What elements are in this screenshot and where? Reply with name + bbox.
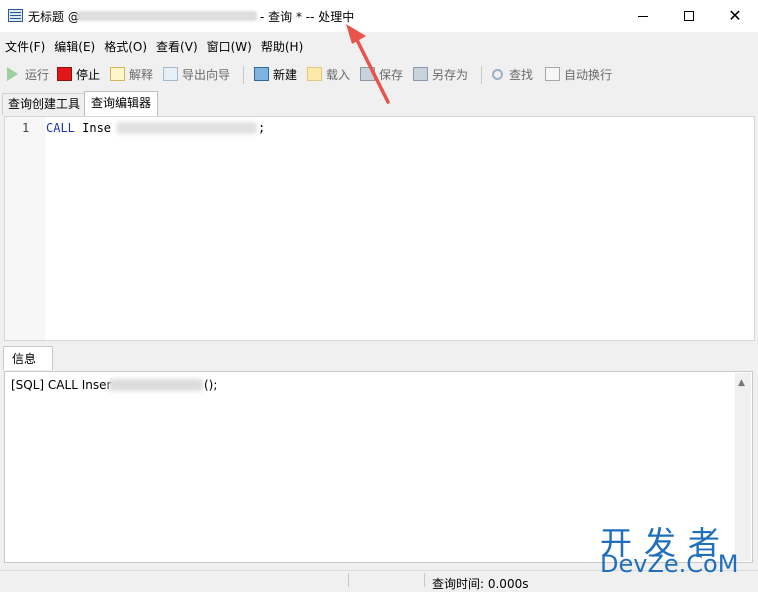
- line-number-gutter: 1: [5, 117, 45, 340]
- explain-label: 解释: [129, 67, 154, 82]
- line-number: 1: [22, 121, 30, 135]
- run-label: 运行: [25, 67, 50, 82]
- word-wrap-button[interactable]: 自动换行: [545, 65, 612, 83]
- menu-edit[interactable]: 编辑(E): [49, 34, 99, 56]
- run-button[interactable]: 运行: [7, 65, 49, 83]
- find-button[interactable]: 查找: [492, 65, 533, 83]
- redacted-connection-name: [77, 11, 257, 21]
- stop-label: 停止: [76, 67, 101, 82]
- app-icon: [8, 9, 23, 22]
- tab-query-builder[interactable]: 查询创建工具: [2, 93, 87, 115]
- minimize-icon: [638, 15, 648, 17]
- explain-icon: [110, 67, 125, 81]
- arrow-shaft: [352, 32, 390, 104]
- stop-button[interactable]: 停止: [57, 65, 100, 83]
- close-button[interactable]: ✕: [712, 0, 758, 32]
- search-icon: [492, 68, 503, 80]
- watermark-en: DevZe.CoM: [600, 550, 739, 578]
- new-button[interactable]: 新建: [254, 65, 297, 83]
- minimize-button[interactable]: [620, 0, 666, 32]
- redacted-procedure-name: [117, 122, 257, 134]
- toolbar-divider: [481, 66, 482, 84]
- folder-icon: [307, 67, 322, 81]
- status-divider: [348, 573, 349, 587]
- explain-button[interactable]: 解释: [110, 65, 153, 83]
- maximize-icon: [684, 11, 694, 21]
- run-icon: [7, 67, 18, 81]
- new-label: 新建: [273, 67, 298, 82]
- info-sql-tail: ();: [204, 378, 218, 392]
- find-label: 查找: [509, 67, 534, 82]
- arrow-head: [346, 24, 366, 44]
- word-wrap-label: 自动换行: [564, 67, 613, 82]
- menu-window[interactable]: 窗口(W): [202, 34, 256, 56]
- new-query-icon: [254, 67, 269, 81]
- export-wizard-button[interactable]: 导出向导: [163, 65, 230, 83]
- word-wrap-icon: [545, 67, 560, 81]
- annotation-arrow: [346, 24, 390, 104]
- export-wizard-label: 导出向导: [182, 67, 231, 82]
- sql-editor[interactable]: 1 CALL Inse ;: [4, 116, 755, 341]
- sql-keyword: CALL: [46, 121, 75, 135]
- maximize-button[interactable]: [666, 0, 712, 32]
- menu-format[interactable]: 格式(O): [99, 34, 151, 56]
- query-time: 查询时间: 0.000s: [432, 577, 529, 591]
- status-divider: [424, 573, 425, 587]
- tab-query-editor[interactable]: 查询编辑器: [84, 91, 159, 116]
- tab-info[interactable]: 信息: [3, 346, 53, 370]
- scroll-up-arrow-icon[interactable]: ▲: [738, 378, 745, 388]
- save-as-button[interactable]: 另存为: [413, 65, 468, 83]
- save-as-label: 另存为: [432, 67, 469, 82]
- menu-view[interactable]: 查看(V): [151, 34, 202, 56]
- vertical-scrollbar[interactable]: ▲: [735, 373, 751, 561]
- menu-help[interactable]: 帮助(H): [256, 34, 307, 56]
- code-line: CALL Inse: [46, 121, 111, 135]
- export-icon: [163, 67, 178, 81]
- code-terminator: ;: [258, 121, 266, 135]
- info-sql-line: [SQL] CALL Inser: [11, 378, 112, 392]
- stop-icon: [57, 67, 72, 81]
- toolbar-divider: [243, 66, 244, 84]
- close-icon: ✕: [728, 6, 742, 25]
- code-text: Inse: [74, 121, 112, 135]
- menu-file[interactable]: 文件(F): [0, 34, 49, 56]
- window-title-prefix: 无标题 @: [28, 10, 80, 24]
- redacted-procedure-name: [109, 379, 203, 391]
- save-as-icon: [413, 67, 428, 81]
